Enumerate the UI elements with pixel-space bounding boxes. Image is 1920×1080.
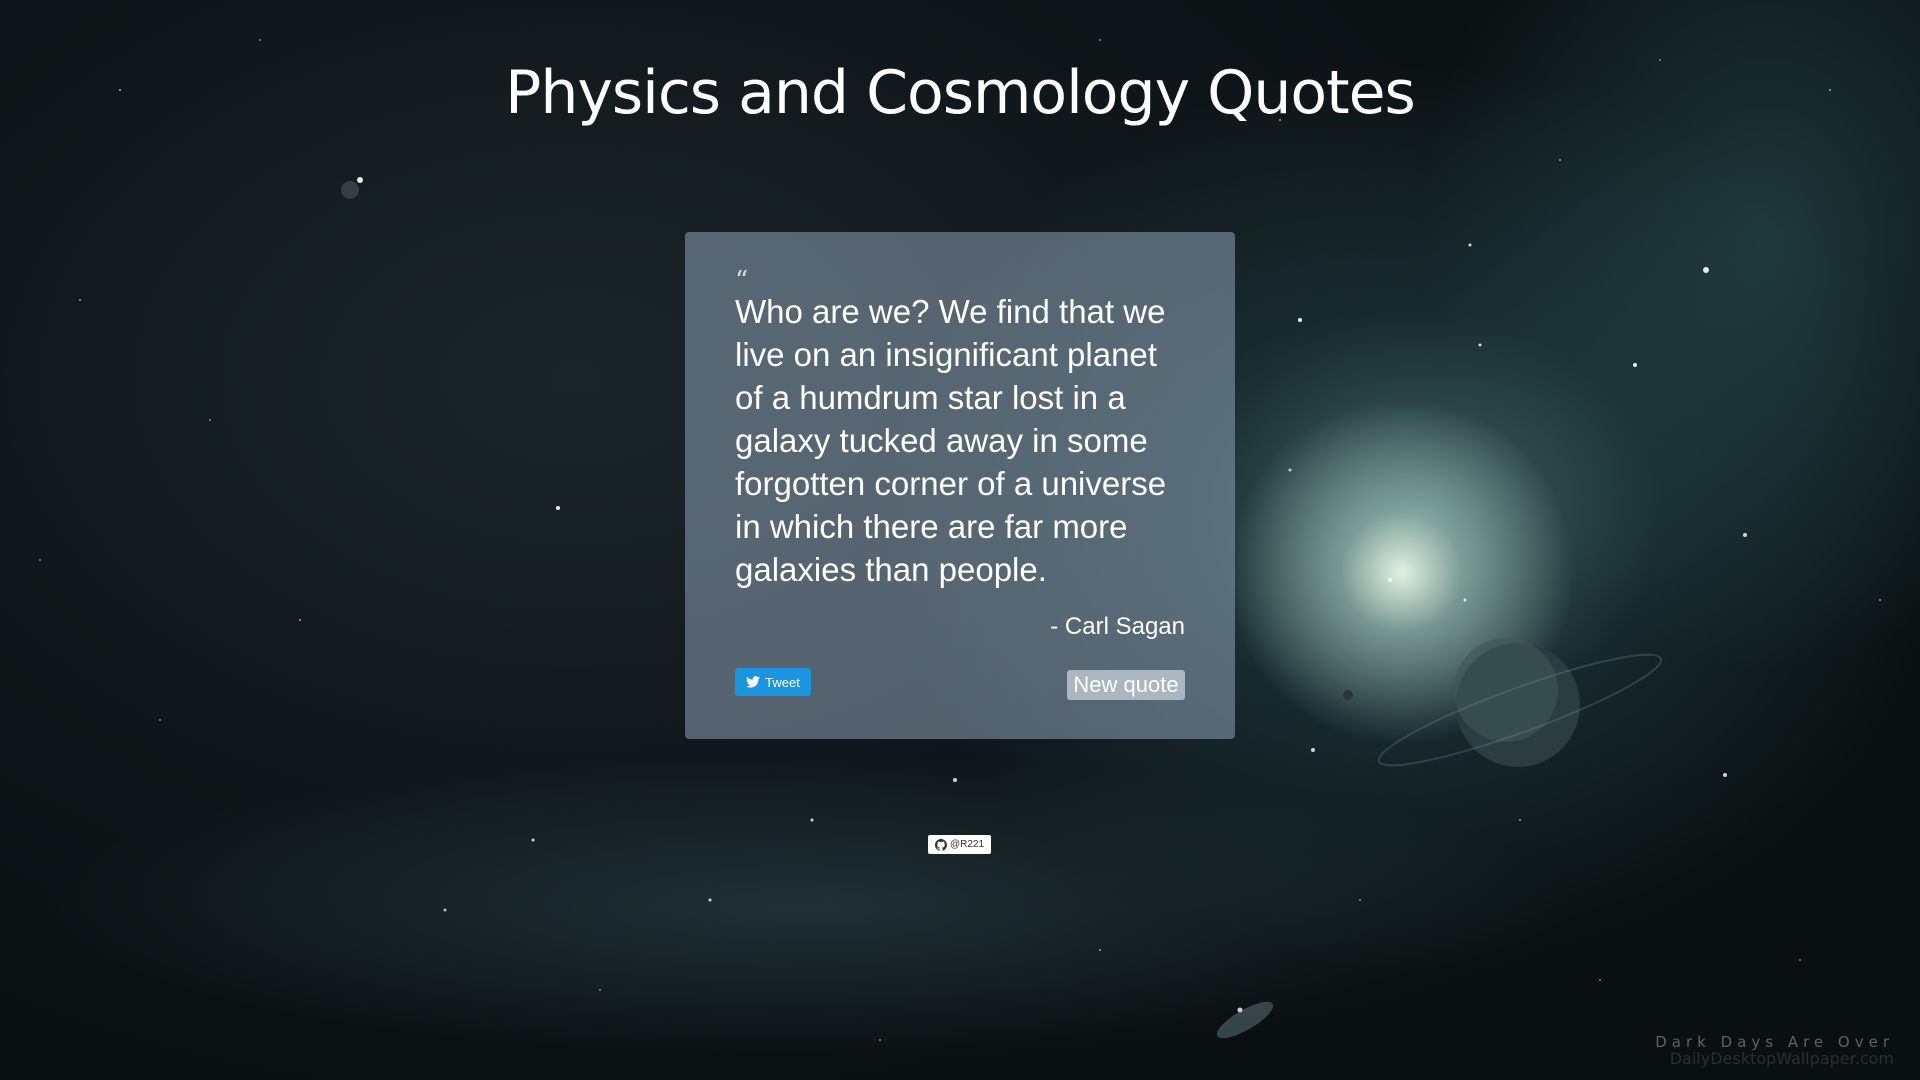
tweet-button[interactable]: Tweet [735,668,811,696]
tweet-button-label: Tweet [765,674,800,690]
quote-card: “ Who are we? We find that we live on an… [685,232,1235,739]
quote-left-icon: “ [735,266,749,296]
new-quote-button[interactable]: New quote [1067,670,1185,700]
quote-text: Who are we? We find that we live on an i… [735,293,1167,588]
watermark-site: DailyDesktopWallpaper.com [1669,1049,1894,1068]
twitter-bird-icon [746,676,761,688]
page-title: Physics and Cosmology Quotes [505,58,1416,128]
quote-author: - Carl Sagan [1050,613,1185,640]
github-icon [934,838,947,851]
github-badge[interactable]: @R221 [928,835,991,854]
github-badge-label: @R221 [949,839,985,850]
wallpaper-watermark: Dark Days Are Over DailyDesktopWallpaper… [1655,1033,1894,1068]
